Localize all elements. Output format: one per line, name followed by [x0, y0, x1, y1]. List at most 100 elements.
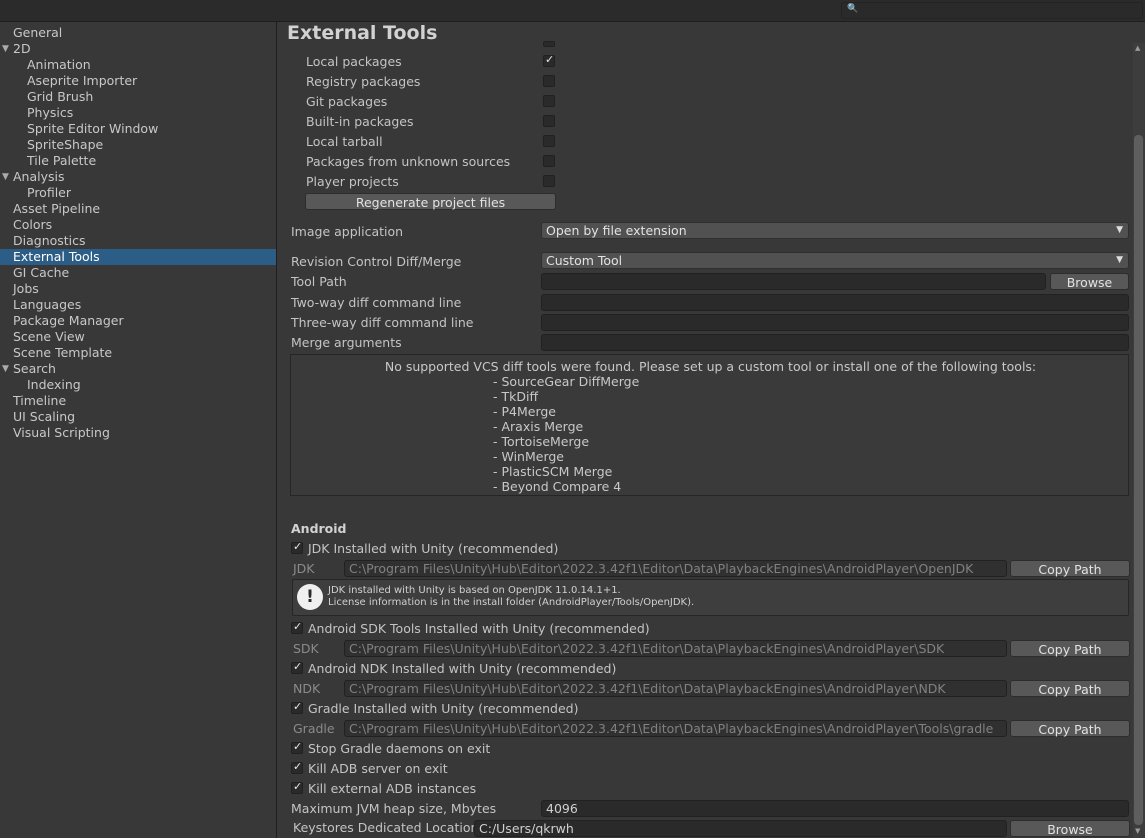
vcs-message: No supported VCS diff tools were found. …	[384, 359, 1037, 374]
jdk-path-field: C:\Program Files\Unity\Hub\Editor\2022.3…	[344, 560, 1007, 577]
sidebar-item-colors[interactable]: Colors	[0, 217, 276, 233]
tool-path-label: Tool Path	[291, 274, 347, 289]
vcs-tool-item: - WinMerge	[493, 449, 564, 464]
image-application-label: Image application	[291, 224, 404, 239]
sdk-installed-label: Android SDK Tools Installed with Unity (…	[308, 621, 650, 636]
keystores-field[interactable]: C:/Users/qkrwh	[474, 820, 1007, 837]
two-way-diff-label: Two-way diff command line	[291, 295, 462, 310]
checkbox-stop-gradle[interactable]	[291, 740, 303, 754]
sidebar-item-scene-template[interactable]: Scene Template	[0, 345, 276, 361]
checkbox-local-packages[interactable]	[543, 53, 555, 67]
sidebar-item-ui-scaling[interactable]: UI Scaling	[0, 409, 276, 425]
expand-triangle-icon[interactable]: ▼	[2, 169, 9, 185]
sdk-label: SDK	[293, 641, 319, 656]
sidebar-item-jobs[interactable]: Jobs	[0, 281, 276, 297]
checkbox-local-tarball[interactable]	[543, 135, 555, 147]
sdk-path-field: C:\Program Files\Unity\Hub\Editor\2022.3…	[344, 640, 1007, 657]
gradle-label: Gradle	[293, 721, 335, 736]
stop-gradle-label: Stop Gradle daemons on exit	[308, 741, 491, 756]
vcs-tool-item: - TkDiff	[493, 389, 539, 404]
checkbox-builtin-packages[interactable]	[543, 115, 555, 127]
package-label-tarball: Local tarball	[306, 134, 383, 149]
merge-arguments-field[interactable]	[541, 334, 1129, 351]
merge-arguments-label: Merge arguments	[291, 335, 402, 350]
keystores-browse-button[interactable]: Browse	[1010, 820, 1130, 837]
scrollbar-thumb[interactable]	[1134, 135, 1143, 825]
sidebar-item-gi-cache[interactable]: GI Cache	[0, 265, 276, 281]
sidebar-item-analysis[interactable]: ▼ Analysis	[0, 169, 276, 185]
sidebar-item-profiler[interactable]: Profiler	[0, 185, 276, 201]
checkbox-unknown-sources[interactable]	[543, 155, 555, 167]
vcs-tool-item: - Beyond Compare 4	[493, 479, 622, 494]
gradle-installed-label: Gradle Installed with Unity (recommended…	[308, 701, 579, 716]
package-label-unknown: Packages from unknown sources	[306, 154, 511, 169]
sidebar-item-package-manager[interactable]: Package Manager	[0, 313, 276, 329]
toolbar: 🔍	[0, 0, 1145, 22]
sidebar-item-indexing[interactable]: Indexing	[0, 377, 276, 393]
jdk-label: JDK	[293, 561, 315, 576]
ndk-label: NDK	[293, 681, 321, 696]
ndk-copy-path-button[interactable]: Copy Path	[1010, 680, 1130, 697]
three-way-diff-label: Three-way diff command line	[291, 315, 474, 330]
external-tools-panel: External Tools Local packages Registry p…	[277, 22, 1145, 838]
search-input[interactable]: 🔍	[841, 2, 1143, 19]
checkbox-kill-adb[interactable]	[291, 760, 303, 774]
preferences-sidebar: General ▼ 2D Animation Aseprite Importer …	[0, 22, 276, 838]
revision-control-dropdown[interactable]: Custom Tool ▼	[541, 252, 1129, 269]
sidebar-item-scene-view[interactable]: Scene View	[0, 329, 276, 345]
jdk-info-line: License information is in the install fo…	[328, 597, 695, 608]
sidebar-item-sprite-editor-window[interactable]: Sprite Editor Window	[0, 121, 276, 137]
scroll-down-icon[interactable]: ▼	[1135, 827, 1140, 835]
kill-external-adb-label: Kill external ADB instances	[308, 781, 477, 796]
page-title: External Tools	[287, 22, 438, 44]
gradle-copy-path-button[interactable]: Copy Path	[1010, 720, 1130, 737]
tool-path-field[interactable]	[541, 273, 1046, 290]
sidebar-item-search[interactable]: ▼ Search	[0, 361, 276, 377]
sidebar-item-tile-palette[interactable]: Tile Palette	[0, 153, 276, 169]
expand-triangle-icon[interactable]: ▼	[2, 41, 9, 57]
vcs-tool-item: - TortoiseMerge	[493, 434, 590, 449]
scroll-up-icon[interactable]: ▲	[1135, 44, 1140, 52]
two-way-diff-field[interactable]	[541, 294, 1129, 311]
checkbox-ndk-installed[interactable]	[291, 660, 303, 674]
image-application-dropdown[interactable]: Open by file extension ▼	[541, 222, 1129, 239]
sidebar-item-physics[interactable]: Physics	[0, 105, 276, 121]
three-way-diff-field[interactable]	[541, 314, 1129, 331]
checkbox-git-packages[interactable]	[543, 95, 555, 107]
keystores-label: Keystores Dedicated Location	[293, 820, 479, 835]
regenerate-project-files-button[interactable]: Regenerate project files	[305, 193, 556, 210]
chevron-down-icon: ▼	[1116, 255, 1123, 265]
sidebar-item-general[interactable]: General	[0, 25, 276, 41]
jdk-copy-path-button[interactable]: Copy Path	[1010, 560, 1130, 577]
checkbox-player-projects[interactable]	[543, 175, 555, 187]
sidebar-item-spriteshape[interactable]: SpriteShape	[0, 137, 276, 153]
checkbox-gradle-installed[interactable]	[291, 700, 303, 714]
checkbox-jdk-installed[interactable]	[291, 540, 303, 554]
sidebar-item-visual-scripting[interactable]: Visual Scripting	[0, 425, 276, 441]
jvm-heap-label: Maximum JVM heap size, Mbytes	[291, 801, 497, 816]
chevron-down-icon: ▼	[1116, 225, 1123, 235]
vcs-tool-item: - SourceGear DiffMerge	[493, 374, 640, 389]
checkbox-partial[interactable]	[543, 41, 555, 47]
sidebar-item-diagnostics[interactable]: Diagnostics	[0, 233, 276, 249]
sidebar-item-asset-pipeline[interactable]: Asset Pipeline	[0, 201, 276, 217]
sidebar-item-timeline[interactable]: Timeline	[0, 393, 276, 409]
sidebar-item-grid-brush[interactable]: Grid Brush	[0, 89, 276, 105]
sidebar-item-external-tools[interactable]: External Tools	[0, 249, 276, 265]
checkbox-sdk-installed[interactable]	[291, 620, 303, 634]
gradle-path-field: C:\Program Files\Unity\Hub\Editor\2022.3…	[344, 720, 1007, 737]
package-label-builtin: Built-in packages	[306, 114, 414, 129]
vcs-tool-item: - PlasticSCM Merge	[493, 464, 613, 479]
sdk-copy-path-button[interactable]: Copy Path	[1010, 640, 1130, 657]
package-label-registry: Registry packages	[306, 74, 421, 89]
checkbox-registry-packages[interactable]	[543, 75, 555, 87]
sidebar-item-2d[interactable]: ▼ 2D	[0, 41, 276, 57]
checkbox-kill-external-adb[interactable]	[291, 780, 303, 794]
sidebar-item-languages[interactable]: Languages	[0, 297, 276, 313]
sidebar-item-aseprite-importer[interactable]: Aseprite Importer	[0, 73, 276, 89]
jvm-heap-field[interactable]: 4096	[541, 800, 1129, 817]
expand-triangle-icon[interactable]: ▼	[2, 361, 9, 377]
tool-path-browse-button[interactable]: Browse	[1050, 273, 1129, 290]
sidebar-item-animation[interactable]: Animation	[0, 57, 276, 73]
package-label-player: Player projects	[306, 174, 399, 189]
